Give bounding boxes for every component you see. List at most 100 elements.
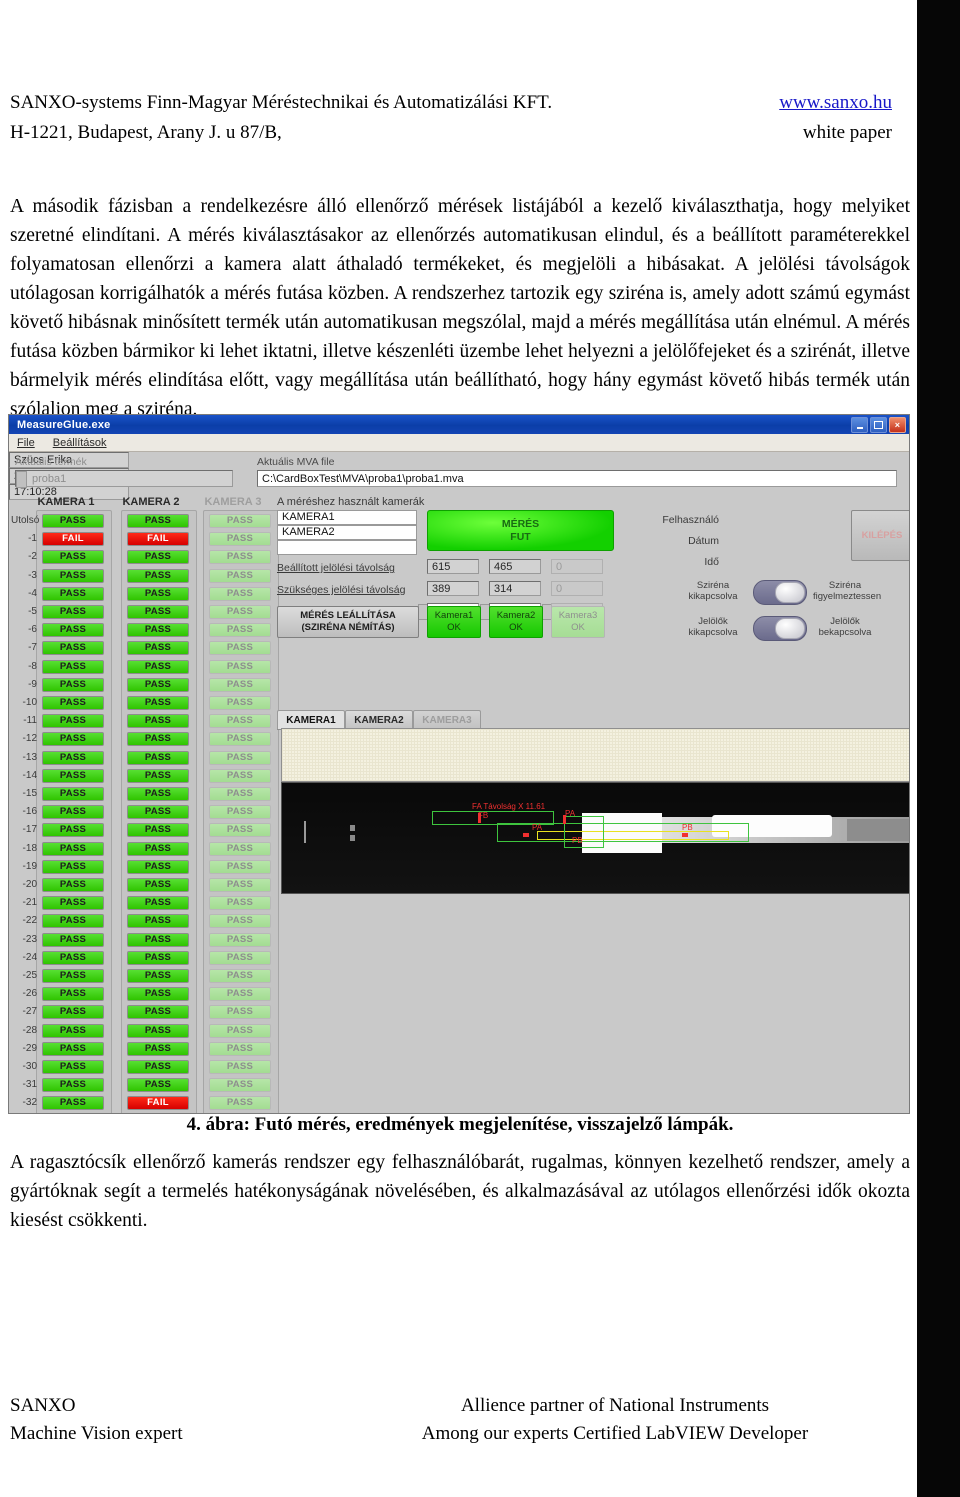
tab-kamera2[interactable]: KAMERA2 <box>345 710 413 729</box>
result-cell-camera1: PASS <box>42 987 104 1002</box>
markers-toggle-knob[interactable] <box>775 618 805 639</box>
product-spinner-icon[interactable] <box>16 471 27 488</box>
column-header-camera2: KAMERA 2 <box>122 496 180 508</box>
result-cell-camera1: PASS <box>42 696 104 710</box>
menu-bar: File Beállítások <box>9 434 909 452</box>
cameras-used-label: A méréshez használt kamerák <box>277 496 425 508</box>
minimize-button[interactable] <box>851 417 868 433</box>
application-window: MeasureGlue.exe × File Beállítások Aktuá… <box>8 414 910 1114</box>
result-cell-camera2: PASS <box>127 659 189 674</box>
footer-company: SANXO <box>10 1395 76 1416</box>
result-row-label: -16 <box>22 806 37 818</box>
result-cell-camera3: PASS <box>209 1078 271 1093</box>
set-distance-cam1[interactable]: 615 <box>427 559 479 574</box>
result-cell-camera3: PASS <box>209 623 271 638</box>
result-cell-camera2: PASS <box>127 1060 189 1074</box>
result-cell-camera2: PASS <box>127 568 189 583</box>
cameras-used-item-2[interactable]: KAMERA2 <box>277 525 417 540</box>
result-cell-camera1: PASS <box>42 714 104 729</box>
result-cell-camera3: PASS <box>209 878 271 892</box>
result-cell-camera1: PASS <box>42 841 104 856</box>
result-row-label: -25 <box>22 970 37 981</box>
application-body: Aktuális termék proba1 Aktuális MVA file… <box>9 452 909 1113</box>
result-cell-camera2: PASS <box>127 641 189 656</box>
result-row-label: -13 <box>22 751 37 763</box>
result-cell-camera1: PASS <box>42 1078 104 1093</box>
markers-off-label: Jelölők kikapcsolva <box>688 616 738 638</box>
annotation-pa-2: PA <box>565 809 576 818</box>
result-cell-camera2: PASS <box>127 914 189 929</box>
result-cell-camera1: PASS <box>42 768 104 783</box>
result-cell-camera2: PASS <box>127 1041 189 1056</box>
result-row-label: -9 <box>28 678 37 690</box>
cameras-used-item-1[interactable]: KAMERA1 <box>277 510 417 525</box>
result-row-label: -3 <box>28 569 37 581</box>
result-row-label: -26 <box>22 988 37 1000</box>
measurement-graph <box>281 728 909 782</box>
company-name: SANXO-systems Finn-Magyar Méréstechnikai… <box>10 92 553 113</box>
set-distance-label: Beállított jelölési távolság <box>277 562 395 574</box>
result-cell-camera2: PASS <box>127 932 189 947</box>
result-cell-camera3: PASS <box>209 586 271 601</box>
result-cell-camera1: PASS <box>42 787 104 801</box>
result-cell-camera2: PASS <box>127 859 189 874</box>
result-cell-camera3: PASS <box>209 768 271 783</box>
result-row-label: -27 <box>22 1006 37 1018</box>
result-cell-camera3: PASS <box>209 950 271 965</box>
result-cell-camera1: PASS <box>42 514 104 528</box>
result-cell-camera1: PASS <box>42 750 104 765</box>
maximize-button[interactable] <box>870 417 887 433</box>
markers-toggle[interactable] <box>753 616 807 641</box>
result-cell-camera3: PASS <box>209 859 271 874</box>
result-cell-camera1: PASS <box>42 641 104 656</box>
tab-kamera1[interactable]: KAMERA1 <box>277 710 345 729</box>
date-label: Dátum <box>688 535 719 547</box>
measurement-running-indicator: MÉRÉS FUT <box>427 510 614 551</box>
annotation-pb-2: PB <box>682 823 693 832</box>
result-row-label: -30 <box>22 1061 37 1072</box>
result-row-label: -15 <box>22 788 37 799</box>
result-cell-camera3: PASS <box>209 932 271 947</box>
cameras-used-item-3[interactable] <box>277 540 417 555</box>
camera-tabstrip: KAMERA1 KAMERA2 KAMERA3 <box>277 710 909 730</box>
result-cell-camera1: PASS <box>42 969 104 983</box>
exit-button[interactable]: KILÉPÉS <box>851 510 909 561</box>
result-row-label: -14 <box>22 769 37 781</box>
result-row-label: -1 <box>28 533 37 545</box>
siren-toggle[interactable] <box>753 580 807 605</box>
result-cell-camera1: PASS <box>42 550 104 565</box>
stop-measurement-button[interactable]: MÉRÉS LEÁLLÍTÁSA (SZIRÉNA NÉMÍTÁS) <box>277 606 419 638</box>
document-footer: SANXO Machine Vision expert Allience par… <box>10 1392 910 1448</box>
result-row-label: -29 <box>22 1042 37 1054</box>
close-button[interactable]: × <box>889 417 906 433</box>
result-cell-camera3: PASS <box>209 914 271 929</box>
menu-item-file[interactable]: File <box>15 437 37 449</box>
needed-distance-cam2[interactable]: 314 <box>489 581 541 596</box>
menu-item-settings[interactable]: Beállítások <box>51 437 109 449</box>
result-cell-camera2: PASS <box>127 1005 189 1020</box>
result-row-label: -18 <box>22 842 37 854</box>
result-cell-camera2: PASS <box>127 841 189 856</box>
result-cell-camera3: PASS <box>209 641 271 656</box>
result-cell-camera3: PASS <box>209 514 271 528</box>
footer-certification: Among our experts Certified LabVIEW Deve… <box>421 1423 809 1444</box>
camera-image-view[interactable]: FA Távolság X 11.61 FB PA PA PB PB <box>281 782 909 894</box>
needed-distance-cam1[interactable]: 389 <box>427 581 479 596</box>
result-cell-camera1: PASS <box>42 732 104 747</box>
result-row-label: -28 <box>22 1024 37 1036</box>
siren-toggle-knob[interactable] <box>775 582 805 603</box>
annotation-pb-1: PB <box>572 836 583 845</box>
result-cell-camera2: PASS <box>127 768 189 783</box>
mva-path-field[interactable]: C:\CardBoxTest\MVA\proba1\proba1.mva <box>257 470 897 487</box>
result-cell-camera2: PASS <box>127 514 189 528</box>
set-distance-cam2[interactable]: 465 <box>489 559 541 574</box>
result-cell-camera1: PASS <box>42 1096 104 1111</box>
result-row-label: -19 <box>22 860 37 872</box>
website-link[interactable]: www.sanxo.hu <box>779 92 892 113</box>
result-cell-camera1: PASS <box>42 878 104 892</box>
set-distance-cam3: 0 <box>551 559 603 574</box>
product-field[interactable]: proba1 <box>15 470 233 487</box>
result-cell-camera3: PASS <box>209 696 271 710</box>
result-cell-camera1: PASS <box>42 1060 104 1074</box>
result-row-label: -11 <box>23 715 37 727</box>
